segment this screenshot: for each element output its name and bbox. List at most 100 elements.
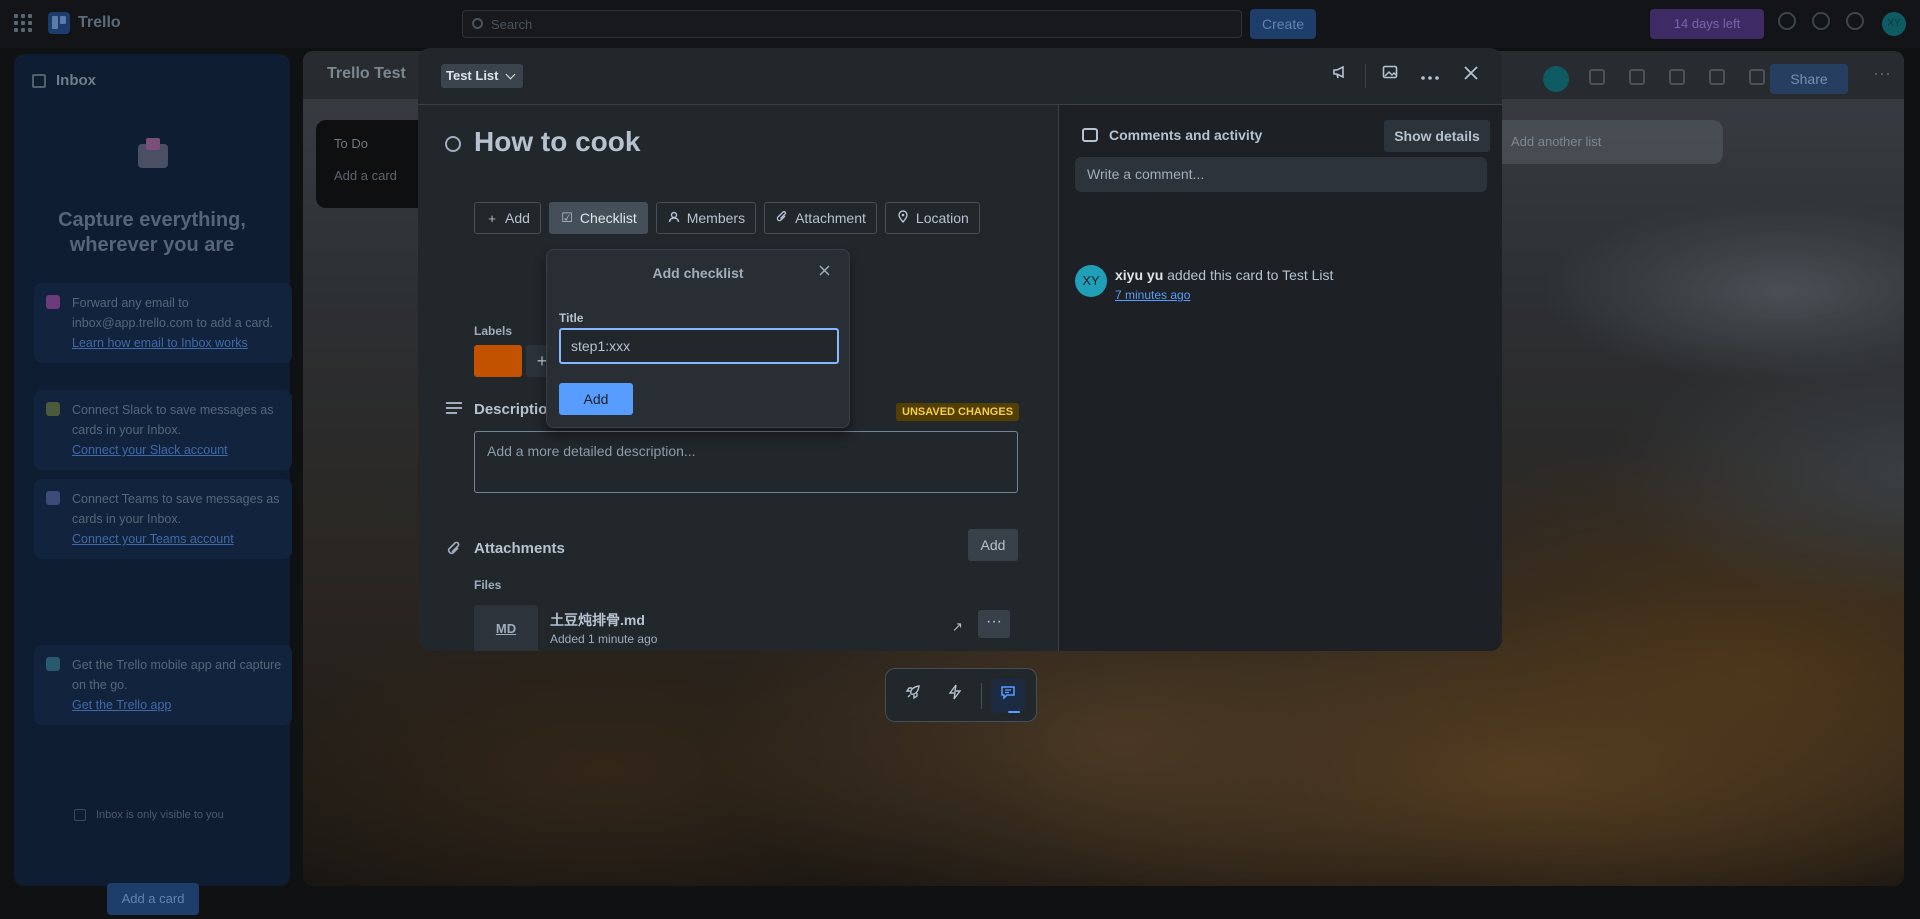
inbox-add-card-button[interactable]: Add a card <box>107 883 199 915</box>
list-title[interactable]: To Do <box>334 136 368 151</box>
mobile-icon <box>46 657 60 671</box>
rocket-icon[interactable] <box>896 679 930 713</box>
top-navigation-bar: Trello Search Create 14 days left XY <box>0 0 1920 48</box>
comment-input[interactable]: Write a comment... <box>1075 157 1487 192</box>
inbox-tip-link[interactable]: Get the Trello app <box>72 695 284 715</box>
inbox-tip-teams: Connect Teams to save messages as cards … <box>34 479 292 559</box>
add-list-button[interactable]: Add another list <box>1471 120 1723 164</box>
file-meta: Added 1 minute ago <box>550 632 658 646</box>
comment-icon[interactable] <box>991 679 1025 713</box>
power-ups-icon[interactable] <box>1589 69 1605 85</box>
board-icon-group <box>1589 69 1765 85</box>
activity-user[interactable]: xiyu yu <box>1115 267 1163 283</box>
inbox-tip-link[interactable]: Learn how email to Inbox works <box>72 333 284 353</box>
help-icon[interactable] <box>1846 12 1864 30</box>
star-icon[interactable] <box>1709 69 1725 85</box>
files-heading: Files <box>474 578 502 592</box>
paperclip-icon <box>775 210 789 226</box>
trello-logo[interactable]: Trello <box>48 12 121 34</box>
activity-action: added this card to Test List <box>1167 267 1334 283</box>
add-checklist-popover: Add checklist Title Add <box>546 249 850 428</box>
close-icon[interactable] <box>1457 62 1485 90</box>
checklist-button[interactable]: ☑ Checklist <box>548 202 648 234</box>
checklist-icon: ☑ <box>561 210 573 225</box>
inbox-tip-mobile: Get the Trello mobile app and capture on… <box>34 645 292 725</box>
description-editor[interactable]: Add a more detailed description... <box>474 431 1018 493</box>
location-button[interactable]: Location <box>884 202 980 234</box>
megaphone-icon[interactable] <box>1326 62 1354 90</box>
comment-icon <box>1082 128 1098 142</box>
inbox-panel: Inbox Capture everything, wherever you a… <box>14 54 292 915</box>
members-button-label: Members <box>686 210 746 226</box>
description-heading: Description <box>474 401 557 418</box>
members-button[interactable]: Members <box>655 202 757 234</box>
board-title[interactable]: Trello Test <box>327 65 406 83</box>
file-name[interactable]: 土豆炖排骨.md <box>550 610 645 630</box>
header-divider <box>1365 64 1366 88</box>
lock-icon <box>74 809 86 821</box>
megaphone-icon[interactable] <box>1778 12 1796 30</box>
file-thumbnail[interactable]: MD <box>474 605 538 651</box>
close-icon[interactable] <box>819 263 830 280</box>
inbox-visibility-note: Inbox is only visible to you <box>74 809 224 821</box>
cover-image-icon[interactable] <box>1376 62 1404 90</box>
board-menu-icon[interactable]: ··· <box>1873 63 1891 84</box>
map-pin-icon <box>896 210 910 226</box>
description-icon <box>446 402 462 416</box>
open-external-icon[interactable]: ↗ <box>952 619 963 635</box>
search-input[interactable]: Search <box>462 10 1242 38</box>
location-button-label: Location <box>915 210 969 226</box>
activity-column: Comments and activity Show details Write… <box>1058 105 1502 651</box>
account-avatar[interactable]: XY <box>1882 12 1906 36</box>
inbox-tip-link[interactable]: Connect your Teams account <box>72 529 284 549</box>
activity-timestamp-link[interactable]: 7 minutes ago <box>1115 288 1190 302</box>
bell-icon[interactable] <box>1812 12 1830 30</box>
board-member-avatar[interactable] <box>1543 66 1569 92</box>
avatar[interactable]: XY <box>1075 265 1107 297</box>
popover-title: Add checklist <box>652 265 744 281</box>
inbox-icon <box>32 73 46 88</box>
dock-divider <box>981 683 982 709</box>
show-details-button[interactable]: Show details <box>1384 120 1490 152</box>
list-add-card-button[interactable]: Add a card <box>334 168 397 183</box>
plus-icon: + <box>488 210 496 226</box>
inbox-tip-email: Forward any email to inbox@app.trello.co… <box>34 283 292 363</box>
label-chip-orange[interactable] <box>474 345 522 377</box>
inbox-title: Inbox <box>56 72 96 89</box>
app-switcher-icon[interactable] <box>14 14 32 32</box>
list-select-dropdown[interactable]: Test List <box>441 64 523 88</box>
more-actions-icon[interactable] <box>1416 62 1444 90</box>
attachments-add-button[interactable]: Add <box>968 529 1018 561</box>
card-title[interactable]: How to cook <box>474 126 640 158</box>
share-button[interactable]: Share <box>1770 64 1848 94</box>
add-button-label: Add <box>505 210 530 226</box>
slack-icon <box>46 402 60 416</box>
card-modal-header: Test List <box>418 48 1502 105</box>
inbox-tip-text: Connect Slack to save messages as cards … <box>72 403 274 437</box>
inbox-illustration-icon <box>136 136 172 172</box>
file-more-actions-button[interactable]: ··· <box>978 610 1010 638</box>
checklist-button-label: Checklist <box>579 210 637 226</box>
inbox-tip-link[interactable]: Connect your Slack account <box>72 440 284 460</box>
card-action-bar: + Add ☑ Checklist Members Attachment Loc… <box>474 202 980 234</box>
search-placeholder: Search <box>491 17 533 32</box>
filter-icon[interactable] <box>1669 69 1685 85</box>
unsaved-changes-badge: UNSAVED CHANGES <box>896 403 1020 421</box>
paperclip-icon <box>446 541 462 562</box>
attachment-button[interactable]: Attachment <box>764 202 877 234</box>
visibility-icon[interactable] <box>1749 69 1765 85</box>
checklist-title-input[interactable] <box>559 328 839 364</box>
active-indicator <box>1008 711 1020 713</box>
trial-badge-button[interactable]: 14 days left <box>1650 9 1764 39</box>
labels-heading: Labels <box>474 324 513 338</box>
add-button[interactable]: + Add <box>474 202 541 234</box>
automation-icon[interactable] <box>1629 69 1645 85</box>
checklist-add-button[interactable]: Add <box>559 383 633 415</box>
inbox-tip-text: Connect Teams to save messages as cards … <box>72 492 280 526</box>
inbox-tip-text: Get the Trello mobile app and capture on… <box>72 658 282 692</box>
lightning-icon[interactable] <box>938 679 972 713</box>
create-button[interactable]: Create <box>1250 9 1316 39</box>
complete-toggle-checkbox[interactable] <box>445 136 461 152</box>
inbox-header: Inbox <box>32 72 96 89</box>
inbox-tip-slack: Connect Slack to save messages as cards … <box>34 390 292 470</box>
